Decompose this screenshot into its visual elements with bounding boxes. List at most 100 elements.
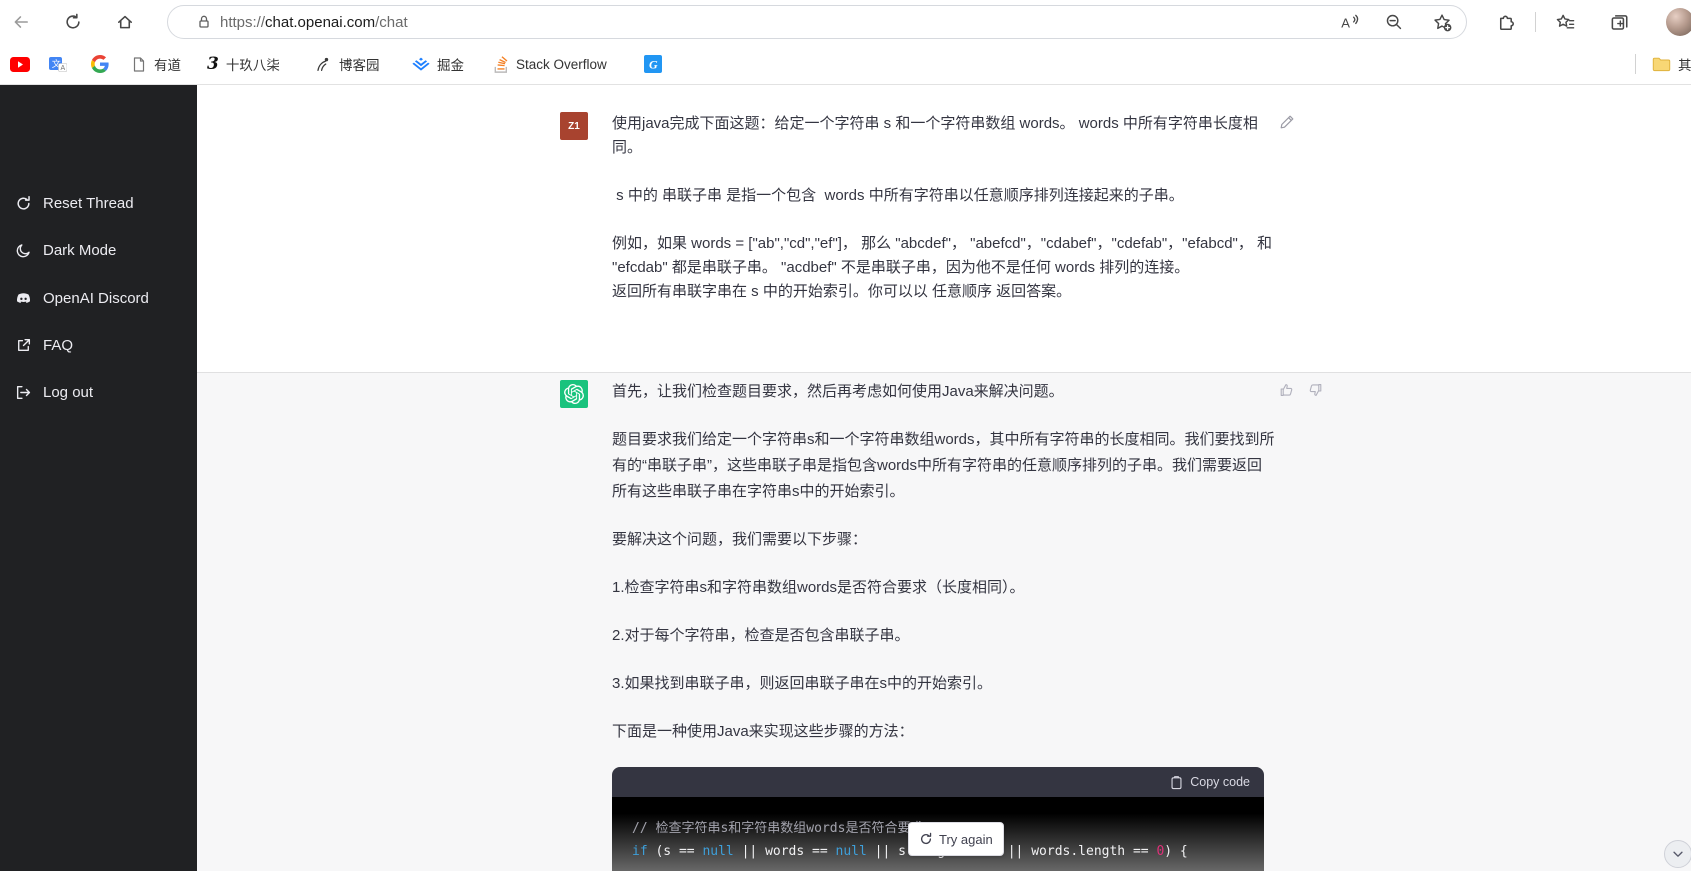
bookmark-g-site[interactable]: G: [640, 44, 666, 84]
assistant-paragraph: 2.对于每个字符串，检查是否包含串联子串。: [612, 627, 910, 644]
code-block-header: Copy code: [612, 767, 1264, 797]
bookmarks-bar: 文A 有道 3 十玖八柒 博客园 掘金 Stack Overflow G 其: [0, 44, 1691, 85]
browser-window: https://chat.openai.com/chat A 文A 有道 3 十…: [0, 0, 1691, 871]
lock-icon: [199, 15, 209, 28]
sidebar-item-dark-mode[interactable]: Dark Mode: [0, 235, 197, 265]
thumbs-down-icon: [1309, 384, 1322, 396]
copy-code-button[interactable]: Copy code: [1170, 769, 1250, 795]
sidebar-item-label: OpenAI Discord: [43, 289, 149, 307]
star-plus-icon: [1433, 13, 1451, 31]
collections-icon: [1611, 14, 1628, 30]
url-path: /chat: [375, 13, 408, 31]
blue-g-icon: G: [644, 55, 662, 73]
openai-logo-icon: [564, 384, 584, 404]
thumbs-up-icon: [1280, 384, 1293, 396]
folder-icon: [1652, 57, 1671, 72]
svg-text:G: G: [649, 58, 658, 72]
assistant-avatar: [560, 380, 588, 408]
pencil-icon: [1280, 115, 1294, 129]
bookmark-google-translate[interactable]: 文A: [45, 44, 71, 84]
address-bar[interactable]: https://chat.openai.com/chat: [167, 5, 1467, 39]
url-host: chat.openai.com: [265, 13, 376, 31]
bookmark-label: Stack Overflow: [516, 56, 607, 72]
sidebar-item-label: Log out: [43, 383, 94, 401]
page-icon: [133, 56, 145, 72]
try-again-button[interactable]: Try again: [908, 822, 1004, 856]
juejin-icon: [412, 57, 430, 71]
thumbs-up-button[interactable]: [1279, 382, 1295, 398]
svg-text:A: A: [61, 65, 66, 72]
profile-avatar[interactable]: [1666, 8, 1691, 36]
clipboard-icon: [1171, 775, 1182, 789]
assistant-paragraph: 1.检查字符串s和字符串数组words是否符合要求（长度相同）。: [612, 579, 1025, 596]
zoom-out-button[interactable]: [1379, 7, 1409, 37]
sidebar-item-reset-thread[interactable]: Reset Thread: [0, 188, 197, 218]
user-message-content: 使用java完成下面这题：给定一个字符串 s 和一个字符串数组 words。 w…: [612, 112, 1276, 328]
other-favorites-folder[interactable]: 其: [1648, 44, 1691, 84]
discord-icon: [16, 292, 31, 303]
assistant-paragraph: 要解决这个问题，我们需要以下步骤：: [612, 531, 868, 548]
zoom-out-icon: [1386, 14, 1402, 30]
copy-code-label: Copy code: [1190, 775, 1250, 789]
assistant-paragraph: 题目要求我们给定一个字符串s和一个字符串数组words，其中所有字符串的长度相同…: [612, 431, 1275, 500]
bookmark-label: 博客园: [339, 58, 380, 73]
assistant-paragraph: 3.如果找到串联子串，则返回串联子串在s中的开始索引。: [612, 675, 993, 692]
scroll-to-bottom-button[interactable]: [1664, 840, 1691, 868]
other-favorites-label: 其: [1678, 58, 1691, 73]
toolbar-divider: [1535, 12, 1536, 32]
favorites-bar-button[interactable]: [1550, 7, 1580, 37]
sidebar-item-label: Dark Mode: [43, 241, 117, 259]
sidebar-item-openai-discord[interactable]: OpenAI Discord: [0, 283, 197, 313]
numeral-3-icon: 3: [207, 53, 219, 74]
youtube-icon: [10, 56, 30, 72]
google-translate-icon: 文A: [49, 57, 67, 72]
favorites-list-icon: [1556, 14, 1574, 29]
bookmark-youtube[interactable]: [6, 44, 34, 84]
sidebar-item-faq[interactable]: FAQ: [0, 330, 197, 360]
bookmark-label: 掘金: [437, 58, 464, 73]
collections-button[interactable]: [1604, 7, 1634, 37]
moon-icon: [16, 243, 30, 257]
sidebar-item-label: FAQ: [43, 336, 74, 354]
add-favorite-button[interactable]: [1427, 7, 1457, 37]
reset-icon: [17, 195, 30, 210]
extensions-button[interactable]: [1490, 7, 1520, 37]
edit-message-button[interactable]: [1279, 114, 1295, 130]
external-link-icon: [18, 338, 31, 351]
sidebar-item-label: Reset Thread: [43, 194, 134, 212]
sidebar-item-log-out[interactable]: Log out: [0, 377, 197, 407]
read-aloud-button[interactable]: A: [1334, 7, 1364, 37]
bookmark-stackoverflow[interactable]: Stack Overflow: [489, 44, 611, 84]
cnblogs-icon: [317, 57, 329, 71]
assistant-paragraph: 首先，让我们检查题目要求，然后再考虑如何使用Java来解决问题。: [612, 383, 1064, 400]
back-arrow-icon: [14, 16, 28, 28]
url-text[interactable]: https://chat.openai.com/chat: [220, 14, 408, 31]
bookmark-google[interactable]: [87, 44, 113, 84]
refresh-button[interactable]: [58, 7, 88, 37]
back-button[interactable]: [6, 7, 36, 37]
bookmark-shijiubaqi[interactable]: 3 十玖八柒: [203, 44, 284, 84]
bookmark-youdao[interactable]: 有道: [127, 44, 185, 84]
url-scheme: https://: [220, 13, 266, 31]
bookmark-cnblogs[interactable]: 博客园: [311, 44, 384, 84]
svg-text:A: A: [1341, 15, 1350, 30]
home-button[interactable]: [110, 7, 140, 37]
chatgpt-sidebar: Reset Thread Dark Mode OpenAI Discord FA…: [0, 85, 197, 871]
bookmark-label: 十玖八柒: [225, 58, 280, 73]
home-icon: [118, 15, 132, 29]
assistant-message-row: 首先，让我们检查题目要求，然后再考虑如何使用Java来解决问题。 题目要求我们给…: [197, 372, 1691, 871]
bookmarks-divider: [1635, 54, 1636, 74]
try-again-label: Try again: [939, 831, 993, 847]
stackoverflow-icon: [494, 56, 508, 73]
refresh-icon: [66, 13, 80, 29]
user-paragraph: s 中的 串联子串 是指一个包含 words 中所有字符串以任意顺序排列连接起来…: [612, 187, 1184, 204]
retry-icon: [920, 832, 932, 845]
thumbs-down-button[interactable]: [1307, 382, 1323, 398]
bookmark-juejin[interactable]: 掘金: [408, 44, 468, 84]
google-g-icon: [91, 55, 109, 73]
logout-icon: [16, 385, 31, 399]
assistant-message-content: 首先，让我们检查题目要求，然后再考虑如何使用Java来解决问题。 题目要求我们给…: [612, 379, 1276, 871]
extensions-puzzle-icon: [1499, 15, 1514, 30]
user-message-row: Z1 使用java完成下面这题：给定一个字符串 s 和一个字符串数组 words…: [197, 85, 1691, 372]
feedback-buttons: [1279, 382, 1323, 398]
